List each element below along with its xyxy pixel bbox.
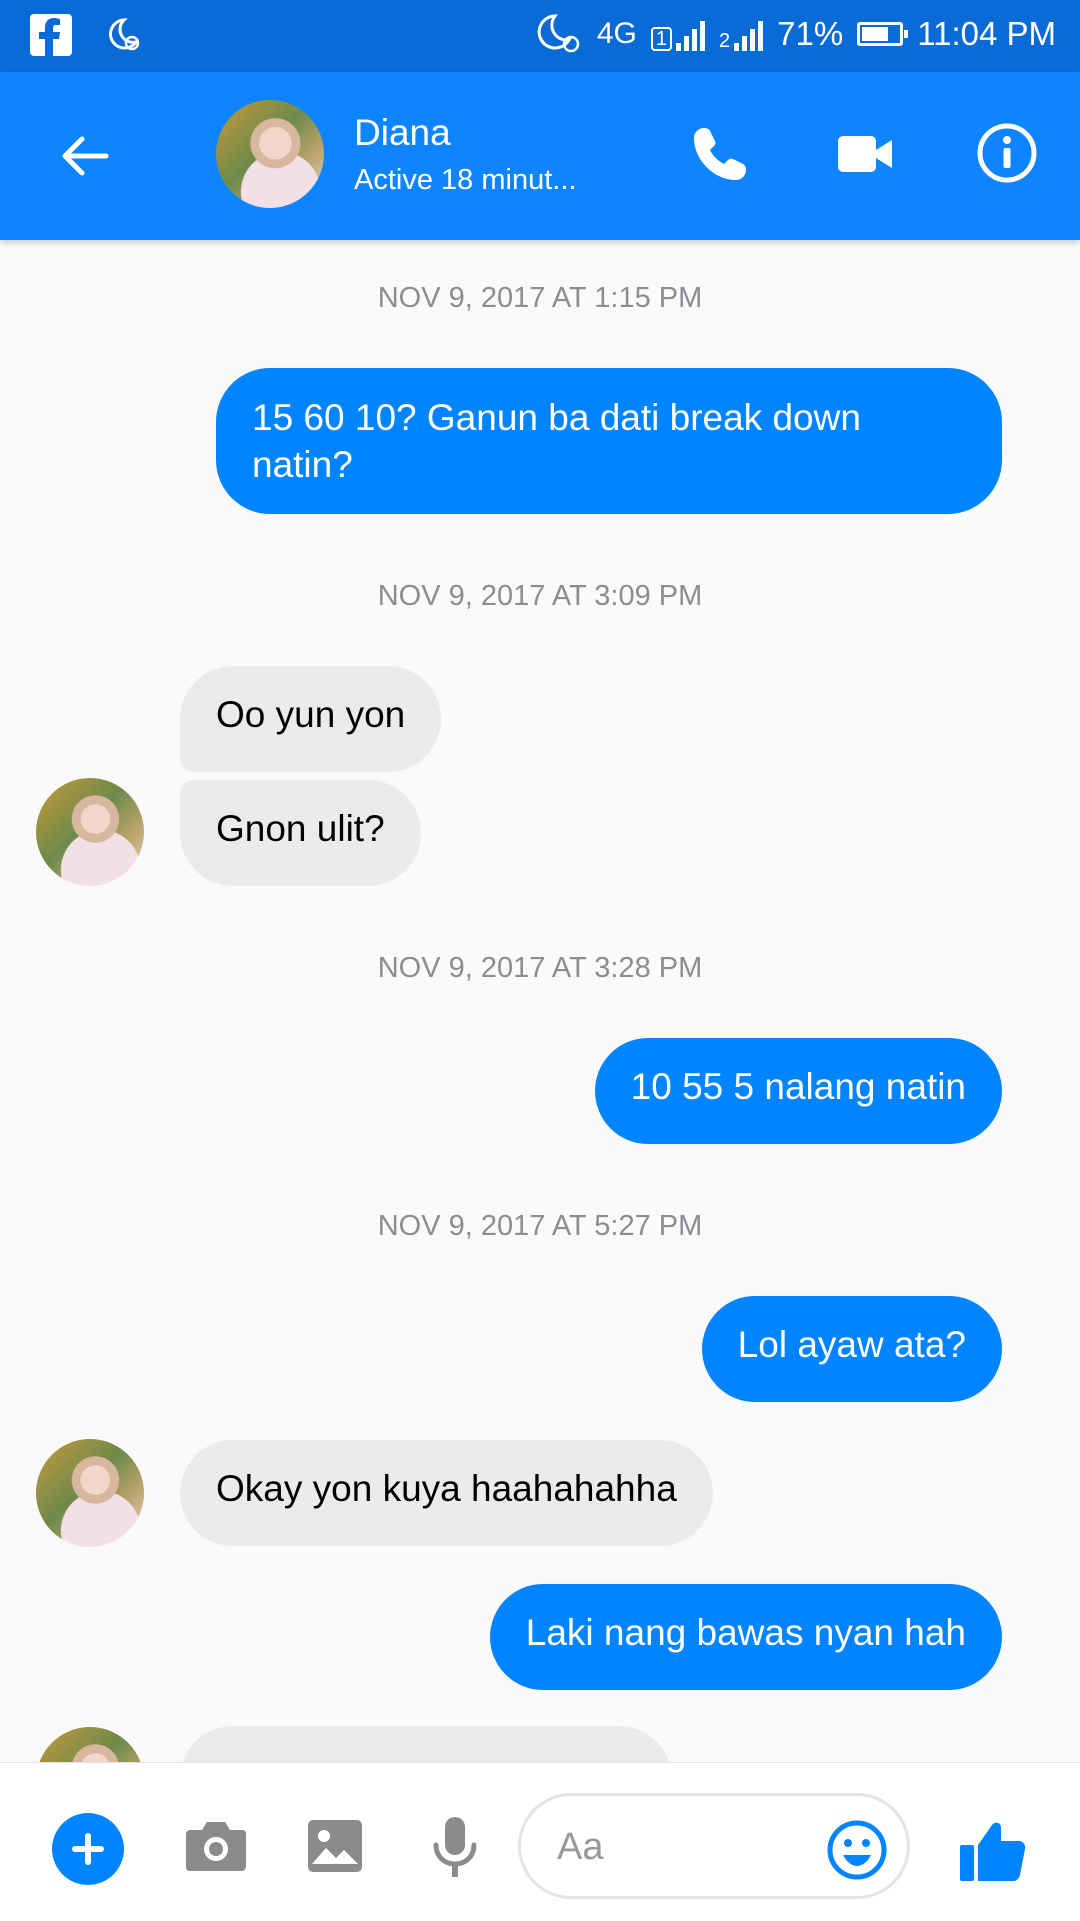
- outgoing-message[interactable]: 10 55 5 nalang natin: [594, 1038, 1002, 1144]
- contact-active-status: Active 18 minut...: [354, 164, 577, 196]
- more-actions-plus-icon[interactable]: [52, 1813, 124, 1885]
- status-bar: 4G 1 2 71% 11:04 PM: [0, 0, 1080, 72]
- sim2-signal: 2: [719, 17, 764, 52]
- camera-icon[interactable]: [184, 1818, 248, 1874]
- signal-icon: [734, 17, 764, 51]
- sender-avatar[interactable]: [36, 1439, 144, 1547]
- incoming-message[interactable]: Oo yun yon: [180, 666, 442, 772]
- emoji-icon[interactable]: [826, 1819, 888, 1881]
- incoming-message[interactable]: Okay yon kuya haahahahha: [180, 1440, 713, 1546]
- outgoing-message[interactable]: Lol ayaw ata?: [701, 1296, 1002, 1402]
- timestamp: NOV 9, 2017 AT 5:27 PM: [377, 1210, 703, 1242]
- signal-icon: [676, 17, 705, 51]
- contact-avatar[interactable]: [216, 100, 324, 208]
- back-arrow-icon[interactable]: [56, 128, 112, 184]
- timestamp: NOV 9, 2017 AT 3:28 PM: [377, 952, 703, 984]
- conversation-header: Diana Active 18 minut...: [0, 72, 1080, 240]
- incoming-message[interactable]: Gnon ulit?: [180, 780, 421, 886]
- outgoing-message[interactable]: Laki nang bawas nyan hah: [489, 1584, 1002, 1690]
- network-type: 4G: [596, 17, 637, 50]
- battery-icon: [857, 22, 909, 46]
- message-composer: [0, 1762, 1080, 1921]
- do-not-disturb-icon: [109, 18, 140, 51]
- timestamp: NOV 9, 2017 AT 3:09 PM: [377, 580, 703, 612]
- contact-name[interactable]: Diana: [354, 112, 451, 154]
- video-call-icon[interactable]: [836, 128, 894, 180]
- battery-percent: 71%: [777, 15, 844, 52]
- thumbs-up-like-icon[interactable]: [958, 1815, 1028, 1885]
- outgoing-message[interactable]: 15 60 10? Ganun ba dati break down natin…: [216, 368, 1002, 514]
- timestamp: NOV 9, 2017 AT 1:15 PM: [377, 282, 703, 314]
- sim2-label: 2: [719, 30, 731, 52]
- battery-level-fill: [862, 27, 889, 41]
- message-input[interactable]: [555, 1818, 799, 1876]
- do-not-disturb-icon: [537, 14, 580, 53]
- clock: 11:04 PM: [917, 15, 1056, 52]
- info-icon[interactable]: [976, 122, 1038, 184]
- facebook-notification-icon: [30, 14, 72, 56]
- sender-avatar[interactable]: [36, 778, 144, 886]
- gallery-image-icon[interactable]: [306, 1818, 364, 1874]
- phone-call-icon[interactable]: [690, 124, 750, 184]
- sim1-signal: 1: [650, 17, 705, 51]
- sim1-label: 1: [650, 27, 672, 51]
- microphone-icon[interactable]: [430, 1815, 480, 1881]
